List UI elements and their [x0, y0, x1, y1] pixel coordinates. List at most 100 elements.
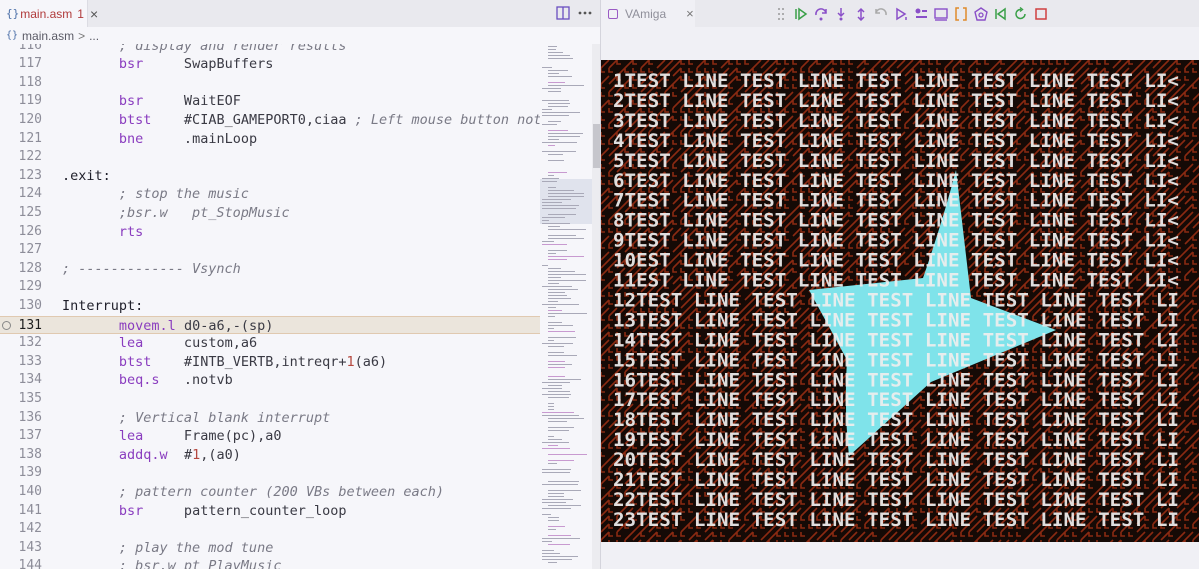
code-area[interactable]: 116 ; display and render results 117 bsr …	[0, 44, 540, 569]
minimap-line	[542, 514, 551, 515]
breadcrumb-more[interactable]: ...	[89, 29, 99, 43]
code-line[interactable]: 118	[0, 74, 540, 93]
code-line[interactable]: 137 lea Frame(pc),a0	[0, 427, 540, 446]
code-line[interactable]: 119 bsr WaitEOF	[0, 92, 540, 111]
vamiga-tab-bar: VAmiga ×	[601, 0, 1199, 27]
code-line[interactable]: 129	[0, 278, 540, 297]
minimap[interactable]	[540, 44, 592, 569]
stop-icon[interactable]	[1031, 4, 1051, 24]
code-line[interactable]: 143 ; play the mod tune	[0, 539, 540, 558]
line-number: 123	[18, 167, 42, 183]
minimap-line	[548, 526, 565, 527]
code-line[interactable]: 134 beq.s .notvb	[0, 371, 540, 390]
code-line[interactable]: 122	[0, 148, 540, 167]
line-number: 117	[18, 56, 42, 72]
code-line[interactable]: 121 bne .mainLoop	[0, 130, 540, 149]
code-text: btst #CIAB_GAMEPORT0,ciaa ; Left mouse b…	[118, 111, 540, 128]
code-line[interactable]: 133 btst #INTB_VERTB,intreqr+1(a6)	[0, 353, 540, 372]
code-text: movem.l d0-a6,-(sp)	[118, 317, 274, 334]
continue-icon[interactable]	[791, 4, 811, 24]
line-number: 134	[18, 372, 42, 388]
copper-icon[interactable]	[971, 4, 991, 24]
minimap-line	[542, 265, 548, 266]
code-line[interactable]: 131 movem.l d0-a6,-(sp)	[0, 315, 540, 335]
minimap-line	[542, 208, 576, 209]
code-line[interactable]: 141 bsr pattern_counter_loop	[0, 502, 540, 521]
line-number: 119	[18, 93, 42, 109]
step-into-icon[interactable]	[831, 4, 851, 24]
minimap-line	[542, 343, 573, 344]
code-line[interactable]: 132 lea custom,a6	[0, 334, 540, 353]
amiga-screen[interactable]: 1TEST LINE TEST LINE TEST LINE TEST LINE…	[601, 60, 1199, 542]
minimap-line	[548, 52, 563, 53]
code-line[interactable]: 123 .exit:	[0, 167, 540, 186]
brackets-icon[interactable]	[951, 4, 971, 24]
code-line[interactable]: 126 rts	[0, 223, 540, 242]
minimap-line	[548, 331, 575, 332]
minimap-line	[542, 559, 572, 560]
code-line[interactable]: 144 ; bsr.w pt_PlayMusic	[0, 557, 540, 569]
step-back-icon[interactable]	[871, 4, 891, 24]
screen-text-line: 12TEST LINE TEST LINE TEST LINE TEST LIN…	[613, 289, 1179, 311]
code-line[interactable]: 116 ; display and render results	[0, 44, 540, 55]
line-number: 118	[18, 74, 42, 90]
minimap-line	[548, 196, 584, 197]
minimap-line	[548, 229, 586, 230]
restart-icon[interactable]	[1011, 4, 1031, 24]
code-line[interactable]: 135	[0, 390, 540, 409]
minimap-line	[548, 46, 557, 47]
code-line[interactable]: 127	[0, 241, 540, 260]
code-text: bsr pattern_counter_loop	[118, 502, 347, 519]
disassembly-icon[interactable]	[911, 4, 931, 24]
minimap-line	[548, 328, 554, 329]
step-over-icon[interactable]	[811, 4, 831, 24]
code-line[interactable]: 136 ; Vertical blank interrupt	[0, 409, 540, 428]
screen-text-line: 21TEST LINE TEST LINE TEST LINE TEST LIN…	[613, 469, 1179, 491]
minimap-line	[548, 85, 584, 86]
minimap-line	[542, 553, 560, 554]
code-line[interactable]: 120 btst #CIAB_GAMEPORT0,ciaa ; Left mou…	[0, 111, 540, 130]
minimap-line	[548, 379, 581, 380]
code-text: .exit:	[62, 167, 111, 184]
minimap-line	[548, 283, 559, 284]
split-editor-icon[interactable]	[555, 5, 571, 21]
minimap-line	[542, 199, 571, 200]
code-line[interactable]: 130 Interrupt:	[0, 297, 540, 316]
minimap-line	[548, 235, 576, 236]
minimap-line	[542, 67, 552, 68]
minimap-line	[542, 469, 571, 470]
reverse-continue-icon[interactable]	[891, 4, 911, 24]
tab-main-asm[interactable]: {} main.asm 1 ×	[0, 0, 98, 27]
restart-back-icon[interactable]	[991, 4, 1011, 24]
minimap-line	[548, 226, 560, 227]
minimap-line	[548, 238, 584, 239]
code-line[interactable]: 142	[0, 520, 540, 539]
close-icon[interactable]: ×	[90, 6, 98, 22]
close-icon[interactable]: ×	[686, 6, 694, 21]
minimap-line	[548, 376, 565, 377]
minimap-line	[548, 439, 562, 440]
code-line[interactable]: 125 ;bsr.w pt_StopMusic	[0, 204, 540, 223]
minimap-line	[542, 415, 579, 416]
minimap-line	[542, 142, 577, 143]
code-line[interactable]: 117 bsr SwapBuffers	[0, 55, 540, 74]
code-line[interactable]: 128 ; ------------- Vsynch	[0, 260, 540, 279]
code-line[interactable]: 139	[0, 464, 540, 483]
scrollbar-thumb[interactable]	[593, 124, 600, 168]
more-actions-icon[interactable]	[577, 5, 593, 21]
tab-vamiga[interactable]: VAmiga ×	[601, 0, 695, 27]
code-line[interactable]: 140 ; pattern counter (200 VBs between e…	[0, 483, 540, 502]
code-line[interactable]: 124 ; stop the music	[0, 185, 540, 204]
assembly-file-icon: {}	[6, 30, 19, 41]
minimap-line	[542, 205, 579, 206]
line-number: 131	[18, 317, 42, 333]
code-text: bsr WaitEOF	[118, 93, 241, 110]
code-editor[interactable]: {} main.asm 1 × {} main.asm > ... 116 ; …	[0, 0, 601, 569]
code-line[interactable]: 138 addq.w #1,(a0)	[0, 446, 540, 465]
breadcrumb-file[interactable]: main.asm	[22, 29, 74, 43]
step-out-icon[interactable]	[851, 4, 871, 24]
line-number: 116	[18, 44, 42, 53]
minimap-line	[548, 340, 554, 341]
memory-view-icon[interactable]	[931, 4, 951, 24]
minimap-line	[548, 361, 565, 362]
